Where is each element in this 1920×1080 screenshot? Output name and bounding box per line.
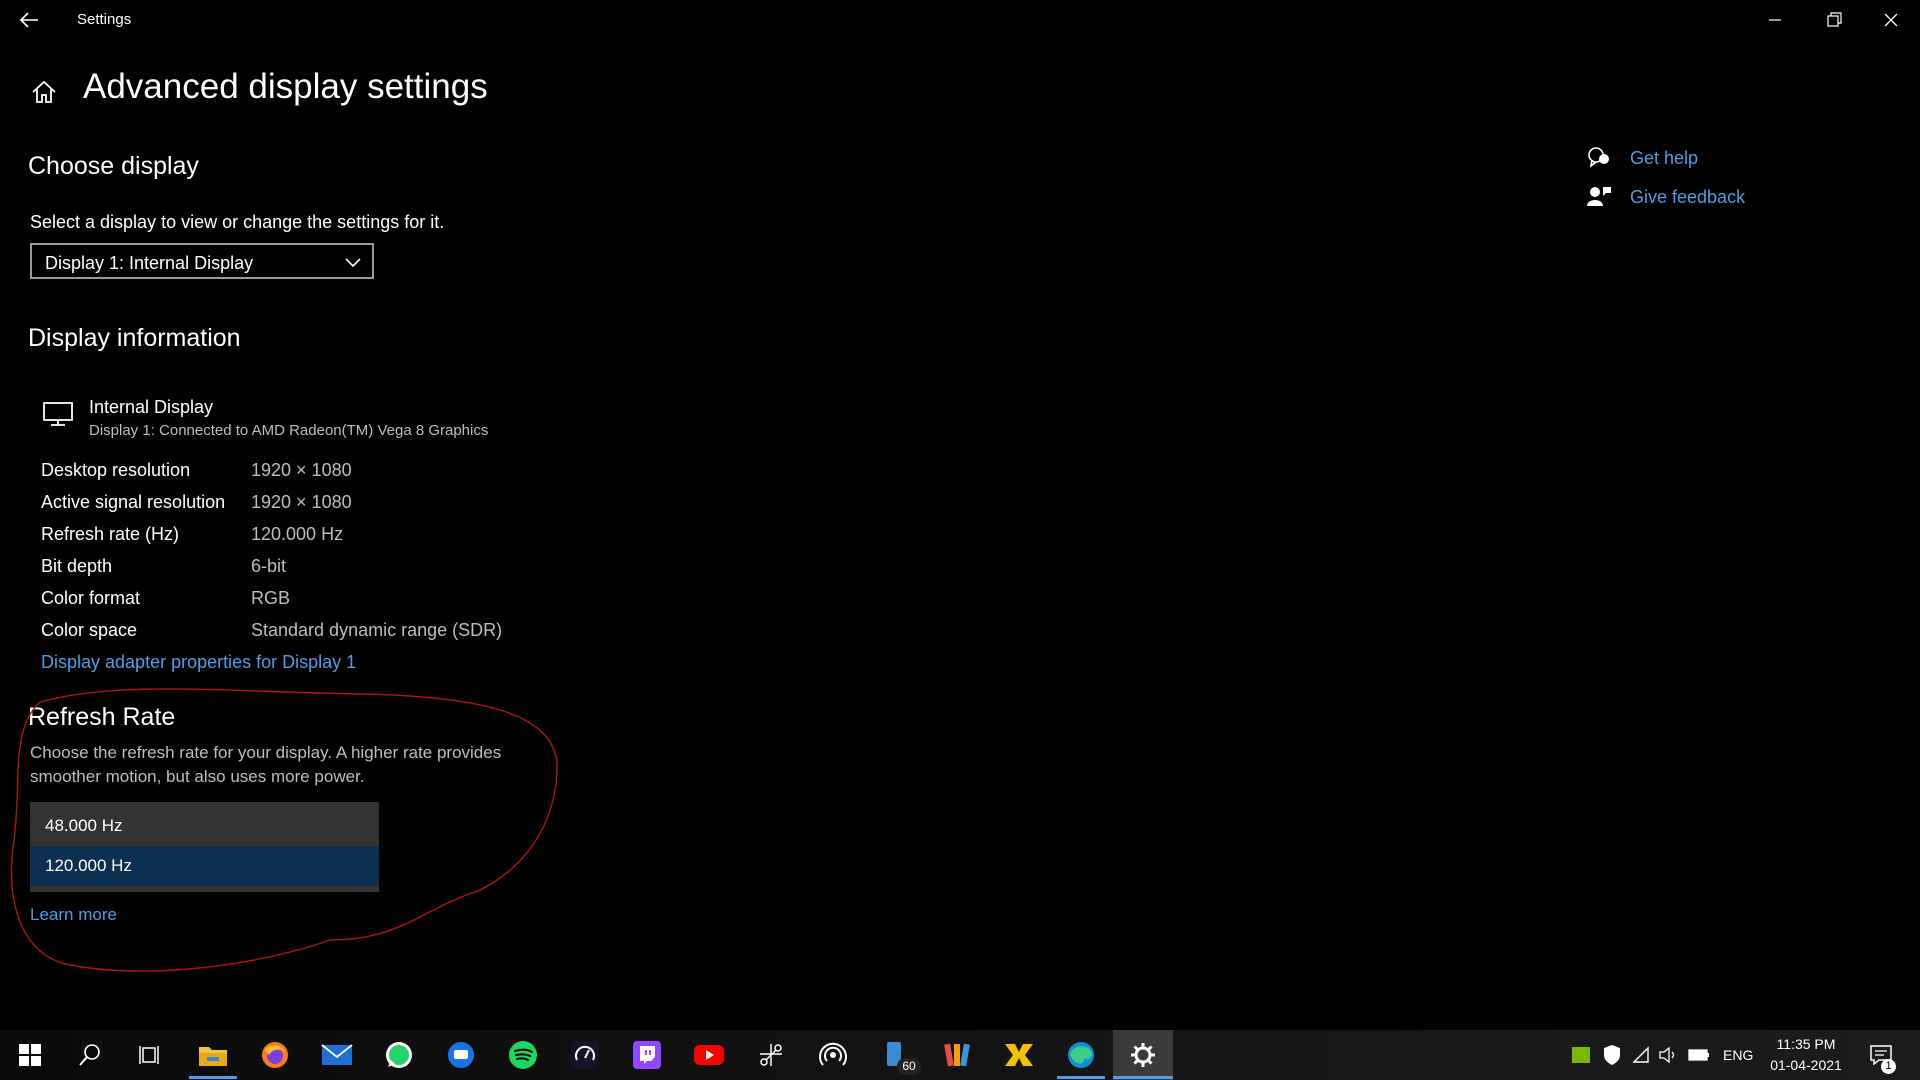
close-button[interactable] [1871, 4, 1911, 36]
restore-button[interactable] [1814, 4, 1854, 36]
whatsapp-icon [386, 1042, 412, 1068]
clock-time[interactable]: 11:35 PM [1776, 1036, 1836, 1052]
restore-icon [1827, 12, 1842, 27]
spotify-button[interactable] [493, 1030, 553, 1080]
search-icon [79, 1044, 100, 1066]
page-title: Advanced display settings [83, 67, 488, 106]
edge-button[interactable] [1051, 1030, 1111, 1080]
network-diagram-icon [760, 1044, 782, 1066]
mail-icon [321, 1044, 353, 1065]
volume-icon[interactable] [1658, 1046, 1678, 1064]
spotify-icon [509, 1041, 537, 1069]
youtube-button[interactable] [679, 1030, 739, 1080]
info-label: Bit depth [41, 556, 113, 576]
start-button[interactable] [0, 1030, 60, 1080]
info-value: 1920 × 1080 [251, 460, 352, 480]
paint-icon [944, 1043, 970, 1067]
speedtest-button[interactable] [555, 1030, 615, 1080]
battery-icon[interactable] [1688, 1048, 1710, 1062]
game-icon [1005, 1044, 1033, 1066]
broadcast-icon [819, 1042, 847, 1066]
back-button[interactable] [14, 6, 44, 34]
get-help-icon [1588, 147, 1609, 168]
task-view-button[interactable] [120, 1030, 180, 1080]
language-indicator[interactable]: ENG [1723, 1047, 1753, 1063]
display-adapter-properties-link[interactable]: Display adapter properties for Display 1 [41, 652, 356, 673]
info-value: 6-bit [251, 556, 287, 576]
search-button[interactable] [60, 1030, 120, 1080]
active-app-indicator [1113, 1076, 1173, 1079]
active-app-indicator [1057, 1076, 1105, 1079]
active-app-indicator [189, 1076, 237, 1079]
windows-logo-icon [19, 1044, 41, 1066]
network-app-button[interactable] [741, 1030, 801, 1080]
display-information-heading: Display information [28, 324, 241, 352]
display-select-value: Display 1: Internal Display [45, 253, 254, 273]
display-name: Internal Display [89, 397, 214, 417]
twitch-button[interactable] [617, 1030, 677, 1080]
settings-taskbar-button[interactable] [1113, 1030, 1173, 1080]
folder-icon [199, 1047, 227, 1066]
chevron-down-icon [345, 258, 361, 268]
twitch-icon [633, 1041, 661, 1069]
security-shield-icon[interactable] [1602, 1044, 1622, 1066]
display-select-dropdown[interactable]: Display 1: Internal Display [30, 243, 374, 279]
clock-date[interactable]: 01-04-2021 [1768, 1057, 1844, 1073]
file-explorer-button[interactable] [183, 1030, 243, 1080]
info-value: 120.000 Hz [251, 524, 344, 544]
info-value: RGB [251, 588, 291, 608]
info-label: Color format [41, 588, 141, 608]
minimize-icon [1769, 19, 1781, 21]
gear-icon [1131, 1043, 1155, 1067]
home-button[interactable] [28, 76, 60, 108]
display-subtitle: Display 1: Connected to AMD Radeon(TM) V… [89, 422, 489, 439]
youtube-icon [694, 1045, 724, 1065]
task-view-icon [139, 1046, 159, 1064]
minimize-button[interactable] [1755, 4, 1795, 36]
info-value: Standard dynamic range (SDR) [251, 620, 503, 640]
firefox-button[interactable] [245, 1030, 305, 1080]
monitor-icon [43, 402, 73, 426]
title-bar: Settings [0, 0, 1920, 40]
taskbar: 60 ENG 11:35 PM 01-04-2021 1 [0, 1030, 1920, 1080]
nvidia-icon[interactable] [1572, 1047, 1590, 1063]
speedometer-icon [571, 1041, 599, 1069]
info-label: Active signal resolution [41, 492, 226, 512]
home-icon [32, 80, 56, 103]
get-help-link[interactable]: Get help [1630, 148, 1698, 169]
back-arrow-icon [19, 12, 38, 28]
mail-button[interactable] [307, 1030, 367, 1080]
game-app-button[interactable] [989, 1030, 1049, 1080]
notification-badge: 60 [897, 1058, 921, 1075]
notification-count-badge: 1 [1881, 1059, 1896, 1074]
chat-icon [448, 1042, 474, 1068]
whatsapp-button[interactable] [369, 1030, 429, 1080]
info-label: Refresh rate (Hz) [41, 524, 180, 544]
info-label: Desktop resolution [41, 460, 191, 480]
messages-button[interactable] [431, 1030, 491, 1080]
wifi-icon[interactable] [1632, 1046, 1650, 1064]
firefox-icon [262, 1042, 288, 1068]
choose-display-heading: Choose display [28, 152, 199, 180]
annotation-circle [10, 688, 558, 972]
podcast-button[interactable] [803, 1030, 863, 1080]
info-value: 1920 × 1080 [251, 492, 352, 512]
choose-display-description: Select a display to view or change the s… [30, 212, 445, 232]
info-label: Color space [41, 620, 138, 640]
edge-icon [1068, 1042, 1094, 1068]
give-feedback-icon [1587, 187, 1611, 206]
give-feedback-link[interactable]: Give feedback [1630, 187, 1745, 208]
close-icon [1884, 13, 1898, 27]
window-title: Settings [77, 11, 132, 28]
paint-app-button[interactable] [927, 1030, 987, 1080]
